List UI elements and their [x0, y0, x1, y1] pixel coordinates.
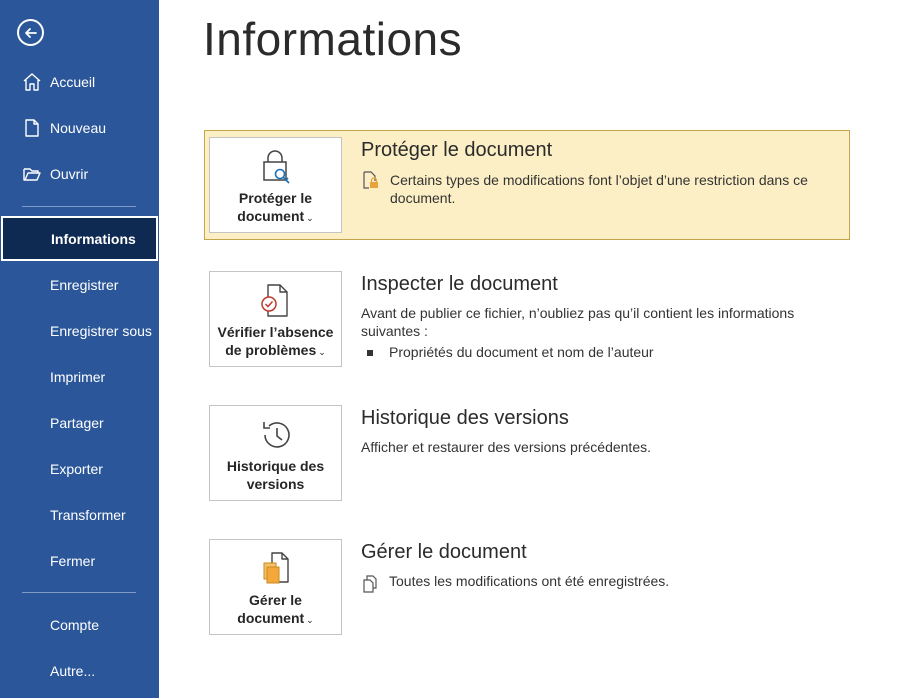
sidebar-item-label: Fermer: [50, 553, 96, 569]
chevron-down-icon: ⌄: [306, 615, 314, 625]
sidebar-item-transformer[interactable]: Transformer: [0, 496, 159, 534]
sidebar-item-imprimer[interactable]: Imprimer: [0, 358, 159, 396]
manage-document-section: Gérer le document ⌄ Gérer le document Tou…: [204, 532, 850, 642]
check-document-icon: [258, 282, 294, 320]
section-description: Toutes les modifications ont été enregis…: [389, 573, 670, 589]
sidebar-item-label: Enregistrer sous: [50, 323, 152, 339]
tile-label-line: Protéger le: [238, 190, 313, 206]
sidebar-item-label: Partager: [50, 415, 104, 431]
section-title: Inspecter le document: [361, 273, 558, 295]
lock-key-icon: [258, 148, 294, 186]
section-description: Certains types de modifications font l’o…: [390, 172, 808, 206]
back-button[interactable]: [17, 19, 44, 46]
section-title: Protéger le document: [361, 139, 553, 161]
tile-label: Gérer le document ⌄: [237, 591, 313, 629]
sidebar-divider: [22, 206, 136, 207]
sidebar-item-label: Imprimer: [50, 369, 106, 385]
sidebar-item-fermer[interactable]: Fermer: [0, 542, 159, 580]
protect-document-section: Protéger le document ⌄ Protéger le docume…: [204, 130, 850, 240]
tile-label-line: versions: [246, 476, 305, 492]
version-history-button[interactable]: Historique des versions: [209, 405, 342, 501]
arrow-left-icon: [24, 27, 37, 38]
chevron-down-icon: ⌄: [318, 347, 326, 357]
section-description: Afficher et restaurer des versions précé…: [361, 439, 652, 455]
sidebar-item-label: Nouveau: [50, 120, 107, 136]
sidebar-item-exporter[interactable]: Exporter: [0, 450, 159, 488]
tile-label-line: Vérifier l’absence: [217, 324, 334, 340]
section-title: Gérer le document: [361, 541, 527, 563]
bullet-icon: [367, 350, 373, 357]
version-history-section: Historique des versions Historique des v…: [204, 398, 850, 508]
sidebar-item-label: Exporter: [50, 461, 103, 477]
history-clock-icon: [258, 416, 294, 454]
sidebar-item-nouveau[interactable]: Nouveau: [0, 109, 159, 147]
bullet-text: Propriétés du document et nom de l’auteu…: [389, 344, 654, 360]
locked-document-icon: [363, 171, 378, 189]
sidebar-item-ouvrir[interactable]: Ouvrir: [0, 155, 159, 193]
sidebar-item-label: Accueil: [50, 74, 96, 90]
protect-document-button[interactable]: Protéger le document ⌄: [209, 137, 342, 233]
section-description: Avant de publier ce fichier, n’oubliez p…: [361, 305, 795, 339]
check-issues-button[interactable]: Vérifier l’absence de problèmes ⌄: [209, 271, 342, 367]
sidebar-item-label: Informations: [51, 230, 136, 247]
sidebar-item-label: Enregistrer: [50, 277, 119, 293]
saved-documents-icon: [363, 575, 377, 593]
bullet-item: Propriétés du document et nom de l’auteu…: [361, 344, 654, 360]
sidebar-item-label: Ouvrir: [50, 166, 89, 182]
tile-label: Protéger le document ⌄: [237, 189, 313, 227]
sidebar-item-autre[interactable]: Autre...: [0, 652, 159, 690]
home-icon: [22, 72, 42, 92]
sidebar-item-label: Transformer: [50, 507, 126, 523]
sidebar-item-partager[interactable]: Partager: [0, 404, 159, 442]
folder-open-icon: [22, 164, 42, 184]
tile-label: Vérifier l’absence de problèmes ⌄: [218, 323, 334, 361]
sidebar-item-label: Compte: [50, 617, 100, 633]
manage-document-icon: [258, 550, 294, 588]
sidebar-item-label: Autre...: [50, 663, 96, 679]
section-title: Historique des versions: [361, 407, 569, 429]
tile-label-line: document: [237, 208, 305, 224]
inspect-document-section: Vérifier l’absence de problèmes ⌄ Inspect…: [204, 264, 850, 374]
sidebar-item-enregistrer-sous[interactable]: Enregistrer sous: [0, 312, 159, 350]
sidebar-item-accueil[interactable]: Accueil: [0, 63, 159, 101]
chevron-down-icon: ⌄: [306, 213, 314, 223]
sidebar-item-informations[interactable]: Informations: [1, 216, 158, 261]
sidebar-item-compte[interactable]: Compte: [0, 606, 159, 644]
sidebar-divider: [22, 592, 136, 593]
sidebar-item-enregistrer[interactable]: Enregistrer: [0, 266, 159, 304]
manage-document-button[interactable]: Gérer le document ⌄: [209, 539, 342, 635]
tile-label-line: Historique des: [226, 458, 325, 474]
tile-label-line: de problèmes: [225, 342, 317, 358]
tile-label: Historique des versions: [227, 457, 324, 493]
backstage-sidebar: Accueil Nouveau Ouvrir Informations Enre…: [0, 0, 159, 698]
new-document-icon: [22, 118, 42, 138]
tile-label-line: document: [237, 610, 305, 626]
page-title: Informations: [203, 13, 463, 65]
tile-label-line: Gérer le: [249, 592, 302, 608]
